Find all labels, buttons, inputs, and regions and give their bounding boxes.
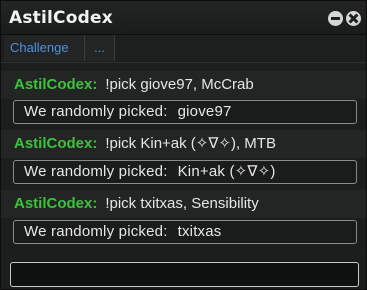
message-text: !pick txitxas, Sensibility xyxy=(105,195,259,212)
tab-more[interactable]: ... xyxy=(85,35,115,61)
message-text: !pick giove97, McCrab xyxy=(105,76,254,93)
reply-value: txitxas xyxy=(177,223,222,240)
minimize-icon[interactable] xyxy=(328,11,343,26)
reply-prefix: We randomly picked: xyxy=(24,223,168,240)
bot-reply: We randomly picked: txitxas xyxy=(13,220,357,244)
message-list: AstilCodex: !pick giove97, McCrab We rand… xyxy=(1,64,366,254)
input-bar xyxy=(1,255,366,289)
bot-reply: We randomly picked: Kin+ak (✧∇✧) xyxy=(13,160,357,184)
reply-value: Kin+ak (✧∇✧) xyxy=(177,163,276,180)
message-text: !pick Kin+ak (✧∇✧), MTB xyxy=(105,135,276,152)
reply-value: giove97 xyxy=(177,103,232,120)
chat-message: AstilCodex: !pick Kin+ak (✧∇✧), MTB xyxy=(1,130,366,158)
title-bar[interactable]: AstilCodex xyxy=(1,1,366,35)
bot-reply: We randomly picked: giove97 xyxy=(13,100,357,124)
close-icon[interactable] xyxy=(346,11,361,26)
message-username[interactable]: AstilCodex: xyxy=(14,76,97,93)
chat-message: AstilCodex: !pick txitxas, Sensibility xyxy=(1,190,366,218)
chat-message: AstilCodex: !pick giove97, McCrab xyxy=(1,71,366,99)
reply-prefix: We randomly picked: xyxy=(24,103,168,120)
chat-input[interactable] xyxy=(10,262,359,287)
tab-challenge[interactable]: Challenge xyxy=(4,35,85,61)
tab-bar: Challenge ... xyxy=(1,35,366,63)
chat-window: AstilCodex Challenge ... AstilCodex: !pic… xyxy=(0,0,367,290)
reply-prefix: We randomly picked: xyxy=(24,163,168,180)
window-title: AstilCodex xyxy=(9,8,113,28)
message-username[interactable]: AstilCodex: xyxy=(14,135,97,152)
message-username[interactable]: AstilCodex: xyxy=(14,195,97,212)
